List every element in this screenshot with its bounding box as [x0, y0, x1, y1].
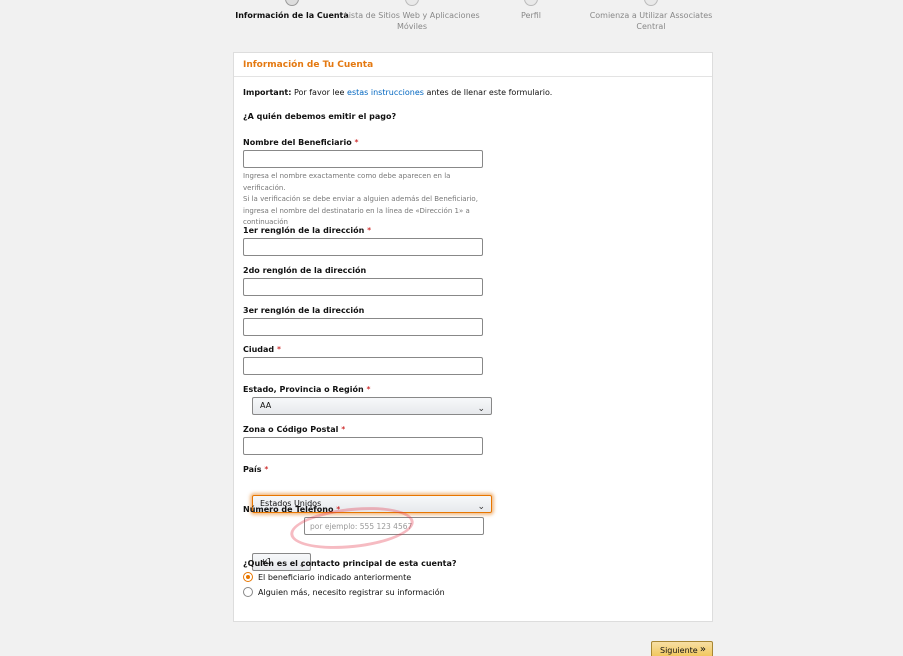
- step-label: Perfil: [520, 11, 541, 20]
- radio-unchecked-icon[interactable]: [243, 587, 253, 597]
- progress-steps: Información de la Cuenta Lista de Sitios…: [0, 0, 903, 40]
- contact-option-beneficiary[interactable]: El beneficiario indicado anteriormente: [243, 572, 411, 582]
- step-dot-icon: [405, 0, 419, 6]
- required-mark: *: [276, 345, 281, 354]
- contact-option-label: El beneficiario indicado anteriormente: [258, 572, 412, 582]
- step-label: Información de la Cuenta: [235, 11, 349, 20]
- contact-question: ¿Quién es el contacto principal de esta …: [243, 559, 457, 568]
- contact-option-label: Alguien más, necesito registrar su infor…: [258, 587, 445, 597]
- address2-label: 2do renglón de la dirección: [243, 266, 366, 275]
- required-mark: *: [354, 138, 359, 147]
- phone-number-input[interactable]: [304, 517, 484, 535]
- important-pre: Por favor lee: [293, 88, 345, 97]
- important-label: Important:: [243, 88, 292, 97]
- instructions-link[interactable]: estas instrucciones: [347, 88, 424, 97]
- step-dot-icon: [524, 0, 538, 6]
- city-input[interactable]: [243, 357, 483, 375]
- phone-label: Número de Teléfono *: [243, 505, 340, 514]
- beneficiary-label-text: Nombre del Beneficiario: [243, 138, 352, 147]
- state-label: Estado, Provincia o Región *: [243, 385, 370, 394]
- beneficiary-hint: Ingresa el nombre exactamente como debe …: [243, 171, 483, 229]
- country-label-text: País: [243, 465, 262, 474]
- address2-label-text: 2do renglón de la dirección: [243, 266, 367, 275]
- step-start: Comienza a Utilizar Associates Central: [581, 0, 721, 32]
- beneficiary-name-input[interactable]: [243, 150, 483, 168]
- card-body: Important: Por favor lee estas instrucci…: [234, 77, 712, 597]
- account-info-card: Información de Tu Cuenta Important: Por …: [233, 52, 713, 622]
- zip-input[interactable]: [243, 437, 483, 455]
- address1-label-text: 1er renglón de la dirección: [243, 226, 365, 235]
- required-mark: *: [366, 385, 371, 394]
- step-dot-icon: [285, 0, 299, 6]
- country-label: País *: [243, 465, 268, 474]
- address1-input[interactable]: [243, 238, 483, 256]
- required-mark: *: [341, 425, 346, 434]
- hint-line: Ingresa el nombre exactamente como debe …: [243, 172, 451, 192]
- card-title: Información de Tu Cuenta: [234, 53, 712, 77]
- address3-input[interactable]: [243, 318, 483, 336]
- beneficiary-label: Nombre del Beneficiario *: [243, 138, 359, 147]
- step-profile: Perfil: [461, 0, 601, 21]
- address2-input[interactable]: [243, 278, 483, 296]
- address3-label: 3er renglón de la dirección: [243, 306, 364, 315]
- state-select[interactable]: AA ⌄: [252, 397, 492, 415]
- address1-label: 1er renglón de la dirección *: [243, 226, 371, 235]
- city-label: Ciudad *: [243, 345, 281, 354]
- required-mark: *: [367, 226, 372, 235]
- important-post: antes de llenar este formulario.: [426, 88, 553, 97]
- step-label: Comienza a Utilizar Associates Central: [589, 11, 713, 31]
- step-account-info: Información de la Cuenta: [222, 0, 362, 21]
- chevron-down-icon: ⌄: [477, 502, 485, 512]
- phone-label-text: Número de Teléfono: [243, 505, 334, 514]
- hint-line: Si la verificación se debe enviar a algu…: [243, 195, 478, 203]
- state-select-value: AA: [260, 401, 272, 410]
- state-label-text: Estado, Provincia o Región: [243, 385, 364, 394]
- double-chevron-right-icon: »: [699, 644, 706, 655]
- city-label-text: Ciudad: [243, 345, 275, 354]
- payee-question: ¿A quién debemos emitir el pago?: [243, 112, 397, 121]
- required-mark: *: [264, 465, 269, 474]
- next-button-label: Siguiente: [660, 646, 698, 655]
- zip-label: Zona o Código Postal *: [243, 425, 345, 434]
- step-dot-icon: [644, 0, 658, 6]
- hint-line: ingresa el nombre del destinatario en la…: [243, 206, 470, 215]
- contact-option-someone-else[interactable]: Alguien más, necesito registrar su infor…: [243, 587, 445, 597]
- important-notice: Important: Por favor lee estas instrucci…: [243, 88, 552, 97]
- zip-label-text: Zona o Código Postal: [243, 425, 339, 434]
- next-button[interactable]: Siguiente »: [651, 641, 713, 656]
- address3-label-text: 3er renglón de la dirección: [243, 306, 365, 315]
- radio-checked-icon[interactable]: [243, 572, 253, 582]
- chevron-down-icon: ⌄: [477, 404, 485, 414]
- required-mark: *: [336, 505, 341, 514]
